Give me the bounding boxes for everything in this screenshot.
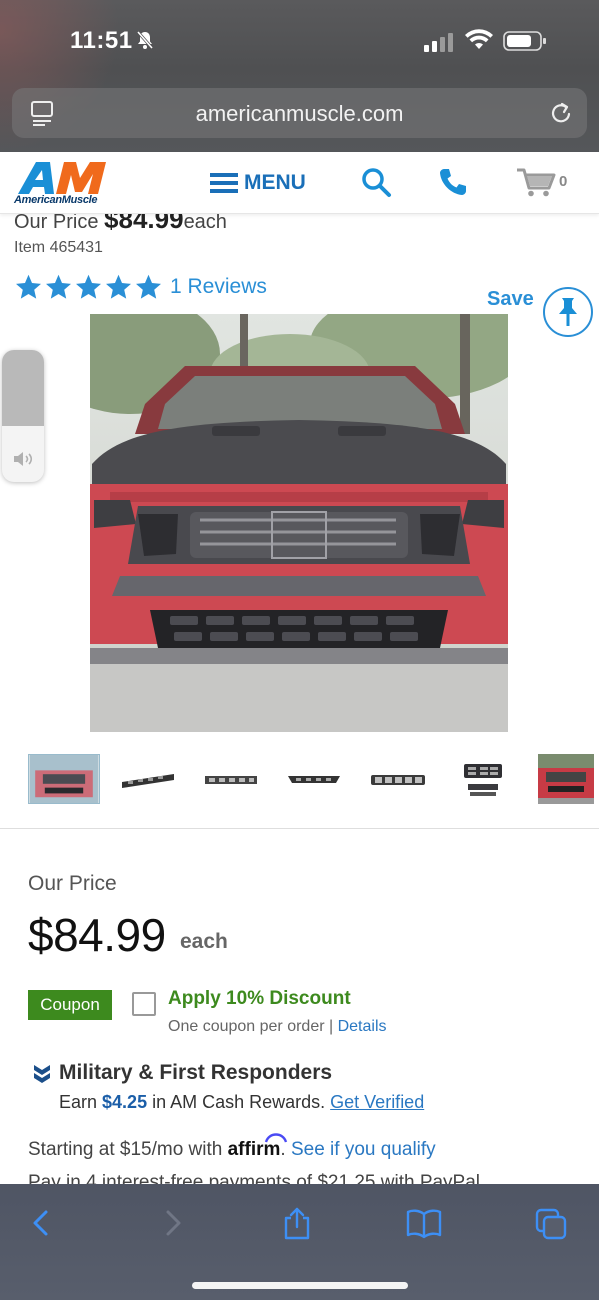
wifi-icon <box>465 29 493 49</box>
star-icon <box>16 274 41 299</box>
search-icon[interactable] <box>360 166 392 198</box>
cellular-signal-icon <box>424 33 453 52</box>
thumbnail-3[interactable] <box>203 754 259 804</box>
pin-icon <box>559 298 577 326</box>
cart-icon[interactable] <box>515 166 559 198</box>
price-value: $84.99 <box>28 909 166 961</box>
rewards-line: Earn $4.25 in AM Cash Rewards. Get Verif… <box>59 1092 424 1113</box>
rewards-amount: $4.25 <box>102 1092 148 1112</box>
thumbnail-1[interactable] <box>28 754 100 804</box>
star-icon <box>106 274 131 299</box>
thumbnail-strip <box>0 752 599 808</box>
address-bar[interactable]: americanmuscle.com <box>12 88 587 138</box>
section-divider <box>0 828 599 829</box>
share-icon[interactable] <box>281 1206 313 1240</box>
thumbnail-2[interactable] <box>118 754 178 804</box>
star-icon <box>46 274 71 299</box>
speaker-icon <box>14 452 33 466</box>
rewards-suffix: in AM Cash Rewards. <box>147 1092 331 1112</box>
star-icon <box>76 274 101 299</box>
affirm-prefix: Starting at $15/mo with <box>28 1139 228 1160</box>
chevron-rank-icon <box>34 1065 50 1083</box>
sticky-price-value: $84.99 <box>104 214 184 234</box>
thumbnail-6[interactable] <box>460 754 506 804</box>
star-rating[interactable] <box>14 273 163 301</box>
coupon-note: One coupon per order | Details <box>168 1018 387 1036</box>
thumbnail-5[interactable] <box>369 754 427 804</box>
coupon-title[interactable]: Apply 10% Discount <box>168 988 351 1010</box>
coupon-badge: Coupon <box>28 990 112 1020</box>
coupon-note-text: One coupon per order | <box>168 1018 338 1035</box>
reviews-link[interactable]: 1 Reviews <box>170 275 267 299</box>
paypal-line-cut[interactable]: Pay in 4 interest-free payments of $21.2… <box>28 1172 480 1184</box>
coupon-details-link[interactable]: Details <box>338 1018 387 1035</box>
thumbnail-4[interactable] <box>286 754 342 804</box>
item-number: Item 465431 <box>14 239 103 256</box>
save-button[interactable] <box>543 287 593 337</box>
military-title: Military & First Responders <box>59 1061 333 1084</box>
bookmarks-icon[interactable] <box>406 1206 442 1240</box>
affirm-line: Starting at $15/mo with affirm. See if y… <box>28 1133 436 1161</box>
tabs-icon[interactable] <box>535 1206 567 1240</box>
forward-icon[interactable] <box>156 1206 188 1240</box>
back-icon[interactable] <box>26 1206 58 1240</box>
hamburger-icon <box>210 173 238 193</box>
status-time: 11:51 <box>70 27 133 54</box>
coupon-checkbox[interactable] <box>132 992 156 1016</box>
sticky-price-cut: Our Price $84.99each <box>14 214 227 235</box>
star-icon <box>136 274 161 299</box>
logo-subtitle: AmericanMuscle <box>14 194 98 206</box>
reload-icon[interactable] <box>549 100 573 126</box>
our-price-label: Our Price <box>28 872 117 895</box>
volume-level-fill <box>2 350 44 426</box>
get-verified-link[interactable]: Get Verified <box>330 1092 424 1112</box>
site-header: AmericanMuscle MENU <box>0 152 599 214</box>
phone-icon[interactable] <box>437 166 469 198</box>
browser-toolbar <box>0 1184 599 1300</box>
see-if-you-qualify-link[interactable]: See if you qualify <box>291 1139 436 1160</box>
menu-button[interactable]: MENU <box>210 168 306 198</box>
browser-chrome: 11:51 americanmuscle.com <box>0 0 599 152</box>
sticky-price-label: Our Price <box>14 214 99 233</box>
thumbnail-7[interactable] <box>538 754 594 804</box>
car-front-photo <box>90 314 508 732</box>
price-unit: each <box>180 930 228 953</box>
product-content: Our Price $84.99each Item 465431 1 Revie… <box>0 214 599 1184</box>
sticky-price-unit: each <box>183 214 227 233</box>
volume-hud <box>2 350 44 482</box>
cart-count[interactable]: 0 <box>559 173 567 190</box>
product-main-image[interactable] <box>90 314 508 732</box>
url-text[interactable]: americanmuscle.com <box>12 101 587 127</box>
battery-icon <box>503 31 546 51</box>
affirm-logo: affirm <box>228 1133 287 1160</box>
save-label[interactable]: Save <box>487 288 534 311</box>
rewards-prefix: Earn <box>59 1092 103 1112</box>
bell-slash-icon <box>136 31 154 49</box>
menu-label: MENU <box>244 171 306 194</box>
home-indicator[interactable] <box>192 1282 408 1289</box>
affirm-arc-icon <box>264 1133 287 1143</box>
